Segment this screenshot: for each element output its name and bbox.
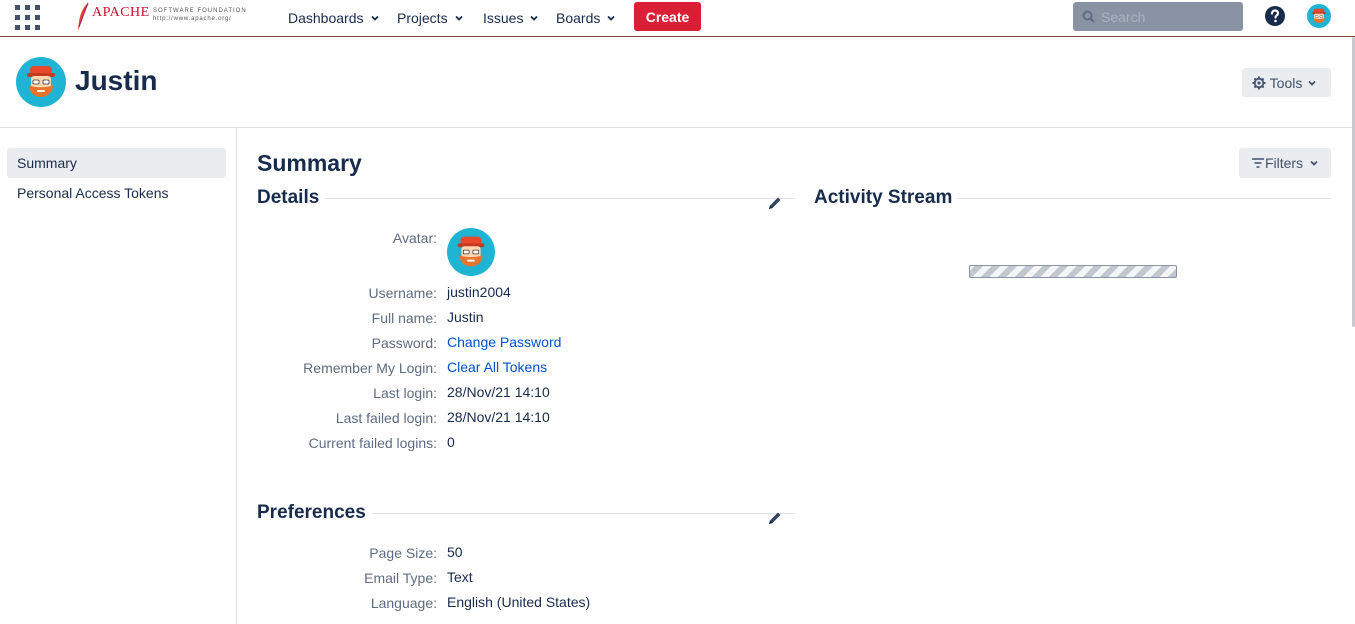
pref-row-label: Email Type: bbox=[237, 568, 437, 588]
profile-header: Justin Tools bbox=[0, 37, 1355, 128]
row-label: Username: bbox=[368, 285, 437, 301]
pencil-icon[interactable] bbox=[767, 195, 783, 211]
search-box bbox=[1073, 2, 1243, 31]
profile-name: Justin bbox=[75, 65, 158, 96]
avatar[interactable] bbox=[1307, 4, 1331, 28]
search-input[interactable] bbox=[1101, 8, 1231, 25]
divider bbox=[371, 512, 794, 514]
tools-label: Tools bbox=[1269, 74, 1303, 91]
current-failed-logins-value: 0 bbox=[447, 434, 455, 450]
filters-label: Filters bbox=[1264, 155, 1304, 171]
pref-row-label: Page Size: bbox=[237, 543, 437, 563]
row-label: Current failed logins: bbox=[308, 435, 437, 451]
detail-row-label: Password: bbox=[237, 333, 437, 353]
avatar[interactable] bbox=[447, 228, 495, 276]
row-label: Full name: bbox=[371, 310, 437, 326]
create-button[interactable]: Create bbox=[634, 2, 701, 31]
nav-projects-label: Projects bbox=[397, 10, 448, 26]
last-failed-login-value: 28/Nov/21 14:10 bbox=[447, 409, 550, 425]
filter-icon bbox=[1251, 158, 1264, 168]
sidebar-item-personal-access-tokens[interactable]: Personal Access Tokens bbox=[7, 178, 226, 208]
row-label: Last failed login: bbox=[335, 410, 437, 426]
pencil-icon[interactable] bbox=[767, 510, 783, 526]
details-section-header: Details bbox=[257, 187, 794, 209]
search-icon bbox=[1082, 10, 1095, 23]
page-size-value: 50 bbox=[447, 544, 463, 560]
nav-projects[interactable]: Projects bbox=[397, 0, 464, 36]
sidebar-item-summary[interactable]: Summary bbox=[7, 148, 226, 178]
detail-row-label: Current failed logins: bbox=[237, 433, 437, 453]
row-label: Page Size: bbox=[369, 545, 437, 561]
activity-stream-heading: Activity Stream bbox=[814, 187, 953, 208]
preferences-section-header: Preferences bbox=[257, 502, 794, 524]
detail-row-label: Remember My Login: bbox=[237, 358, 437, 378]
detail-row-avatar: Avatar: bbox=[237, 228, 437, 248]
row-label: Remember My Login: bbox=[303, 360, 437, 376]
detail-row-label: Full name: bbox=[237, 308, 437, 328]
top-navigation-bar: APACHE SOFTWARE FOUNDATION http://www.ap… bbox=[0, 0, 1355, 37]
preferences-heading: Preferences bbox=[257, 502, 366, 523]
full-name-value: Justin bbox=[447, 309, 484, 325]
nav-issues[interactable]: Issues bbox=[483, 0, 539, 36]
row-label: Last login: bbox=[373, 385, 437, 401]
clear-all-tokens-link[interactable]: Clear All Tokens bbox=[447, 359, 547, 375]
sidebar-item-label: Summary bbox=[17, 155, 77, 171]
row-label: Email Type: bbox=[364, 570, 437, 586]
help-icon[interactable] bbox=[1265, 6, 1285, 26]
tools-button[interactable]: Tools bbox=[1242, 68, 1331, 97]
chevron-down-icon bbox=[1308, 80, 1316, 86]
logo-subtitle: SOFTWARE FOUNDATION bbox=[153, 8, 247, 14]
nav-dashboards[interactable]: Dashboards bbox=[288, 0, 380, 36]
logo-url: http://www.apache.org/ bbox=[153, 16, 232, 22]
sidebar: Summary Personal Access Tokens bbox=[0, 128, 237, 624]
details-heading: Details bbox=[257, 187, 320, 208]
gear-icon bbox=[1252, 76, 1266, 89]
filters-button[interactable]: Filters bbox=[1239, 148, 1331, 178]
detail-row-label: Last failed login: bbox=[237, 408, 437, 428]
nav-boards[interactable]: Boards bbox=[556, 0, 616, 36]
last-login-value: 28/Nov/21 14:10 bbox=[447, 384, 550, 400]
detail-row-label: Username: bbox=[237, 283, 437, 303]
detail-row-label: Last login: bbox=[237, 383, 437, 403]
feather-icon bbox=[78, 2, 89, 31]
page-title: Summary bbox=[257, 150, 362, 176]
logo-brand: APACHE bbox=[92, 5, 150, 20]
apache-logo[interactable]: APACHE SOFTWARE FOUNDATION http://www.ap… bbox=[76, 2, 251, 32]
chevron-down-icon bbox=[454, 15, 463, 21]
app-switcher-icon[interactable] bbox=[15, 5, 40, 30]
chevron-down-icon bbox=[1310, 160, 1318, 166]
pref-row-label: Language: bbox=[237, 593, 437, 613]
language-value: English (United States) bbox=[447, 594, 591, 610]
nav-issues-label: Issues bbox=[483, 10, 524, 26]
activity-stream-header: Activity Stream bbox=[814, 187, 1331, 209]
sidebar-item-label: Personal Access Tokens bbox=[17, 185, 169, 201]
email-type-value: Text bbox=[447, 569, 473, 585]
divider bbox=[325, 197, 794, 199]
avatar bbox=[16, 57, 66, 107]
row-label: Password: bbox=[371, 335, 437, 351]
loading-progress-bar bbox=[969, 265, 1177, 278]
divider bbox=[958, 197, 1331, 199]
nav-boards-label: Boards bbox=[556, 10, 601, 26]
chevron-down-icon bbox=[607, 15, 615, 21]
chevron-down-icon bbox=[530, 15, 539, 21]
change-password-link[interactable]: Change Password bbox=[447, 334, 561, 350]
username-value: justin2004 bbox=[447, 284, 511, 300]
nav-dashboards-label: Dashboards bbox=[288, 10, 364, 26]
chevron-down-icon bbox=[370, 15, 379, 21]
row-label: Language: bbox=[370, 595, 437, 611]
row-label: Avatar: bbox=[392, 230, 437, 246]
